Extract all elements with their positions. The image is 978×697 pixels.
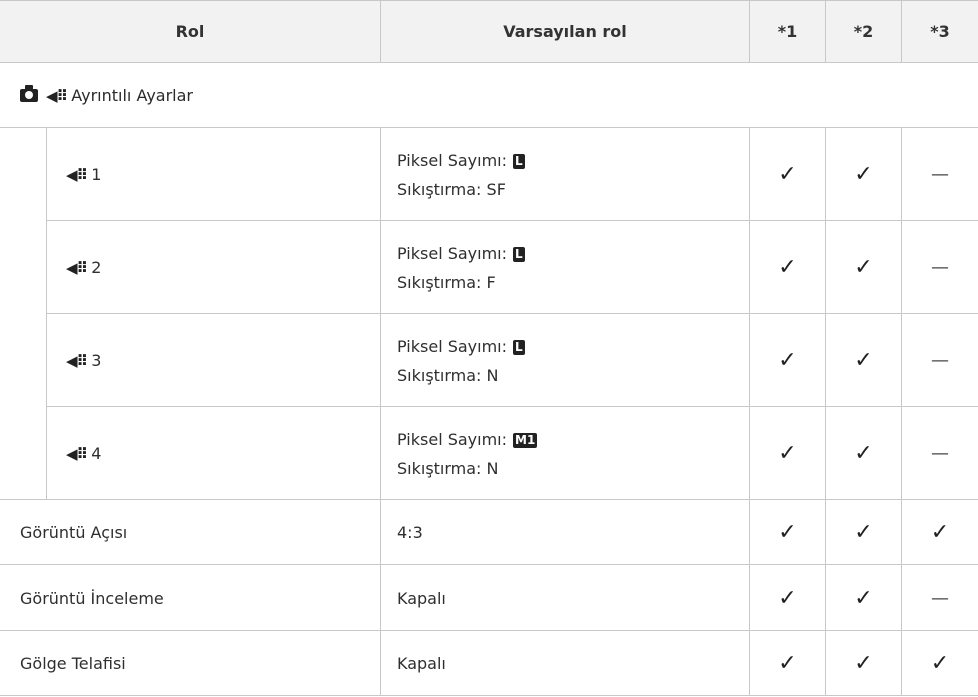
table-row: ◀⠿ 4 Piksel Sayımı: M1 Sıkıştırma: N ✓ ✓ —	[0, 407, 978, 500]
header-default-role: Varsayılan rol	[503, 22, 627, 41]
image-quality-icon: ◀⠿	[66, 165, 88, 184]
table-row: ◀⠿ 2 Piksel Sayımı: L Sıkıştırma: F ✓ ✓ —	[0, 221, 978, 314]
size-badge: L	[513, 246, 525, 262]
quality-number: 4	[91, 444, 102, 463]
check-icon: ✓	[778, 651, 797, 676]
check-icon: ✓	[778, 441, 797, 466]
check-icon: ✓	[854, 651, 873, 676]
size-badge: L	[513, 339, 525, 355]
dash-icon: —	[931, 257, 949, 278]
table-row: ◀⠿ 3 Piksel Sayımı: L Sıkıştırma: N ✓ ✓ —	[0, 314, 978, 407]
default-value: Kapalı	[397, 588, 446, 608]
header-col-2: *2	[853, 22, 874, 41]
compression-label: Sıkıştırma: N	[397, 365, 499, 385]
table-row: ◀⠿ 1 Piksel Sayımı: L Sıkıştırma: SF ✓ ✓ —	[0, 128, 978, 221]
size-badge: L	[513, 153, 525, 169]
table-row: Görüntü Açısı 4:3 ✓ ✓ ✓	[0, 500, 978, 565]
size-badge: M1	[513, 432, 538, 448]
quality-number: 2	[91, 258, 102, 277]
default-value: Kapalı	[397, 654, 446, 673]
check-icon: ✓	[930, 520, 950, 545]
table-row: Gölge Telafisi Kapalı ✓ ✓ ✓	[0, 631, 978, 696]
pixel-count-label: Piksel Sayımı:	[397, 336, 508, 356]
dash-icon: —	[931, 587, 949, 609]
table-header: Rol Varsayılan rol *1 *2 *3	[0, 0, 978, 63]
image-quality-icon: ◀⠿	[66, 351, 88, 370]
pixel-count-label: Piksel Sayımı:	[397, 429, 508, 449]
header-col-3: *3	[930, 22, 950, 41]
check-icon: ✓	[854, 348, 873, 373]
quality-number: 3	[91, 351, 102, 370]
role-label: Gölge Telafisi	[20, 654, 126, 673]
compression-label: Sıkıştırma: F	[397, 272, 496, 292]
camera-icon	[20, 85, 38, 102]
check-icon: ✓	[778, 162, 797, 187]
check-icon: ✓	[854, 585, 873, 611]
check-icon: ✓	[778, 348, 797, 373]
check-icon: ✓	[854, 255, 873, 280]
compression-label: Sıkıştırma: SF	[397, 179, 506, 199]
table-row: Görüntü İnceleme Kapalı ✓ ✓ —	[0, 565, 978, 631]
quality-number: 1	[91, 165, 102, 184]
dash-icon: —	[931, 443, 949, 464]
check-icon: ✓	[854, 441, 873, 466]
header-col-1: *1	[777, 22, 798, 41]
dash-icon: —	[931, 164, 949, 185]
check-icon: ✓	[930, 651, 950, 676]
image-quality-icon: ◀⠿	[66, 258, 88, 277]
role-label: Görüntü Açısı	[20, 523, 128, 542]
dash-icon: —	[931, 350, 949, 371]
section-row: ◀⠿ Ayrıntılı Ayarlar	[0, 63, 978, 128]
pixel-count-label: Piksel Sayımı:	[397, 150, 508, 170]
compression-label: Sıkıştırma: N	[397, 458, 499, 478]
header-role: Rol	[175, 22, 205, 41]
check-icon: ✓	[778, 255, 797, 280]
default-value: 4:3	[397, 523, 423, 542]
role-label: Görüntü İnceleme	[20, 588, 164, 608]
check-icon: ✓	[854, 520, 873, 545]
check-icon: ✓	[854, 162, 873, 187]
check-icon: ✓	[778, 585, 797, 611]
check-icon: ✓	[778, 520, 797, 545]
image-quality-icon: ◀⠿	[66, 444, 88, 463]
section-title: Ayrıntılı Ayarlar	[71, 86, 193, 105]
pixel-count-label: Piksel Sayımı:	[397, 243, 508, 263]
image-quality-icon: ◀⠿	[46, 86, 68, 105]
